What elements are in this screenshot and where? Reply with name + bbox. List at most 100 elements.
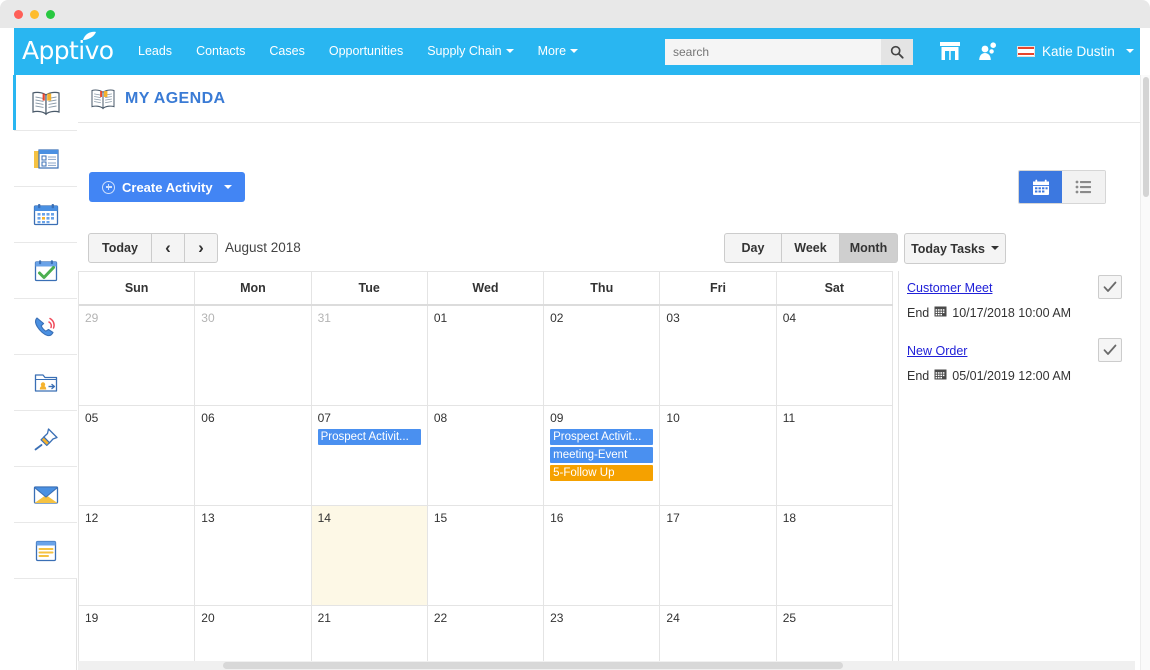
calendar-day-cell[interactable]: 09 Prospect Activit... meeting-Event 5-Foll… xyxy=(544,406,661,505)
task-end-row: End 05/01/2019 12:00 AM xyxy=(907,368,1132,383)
week-view-button[interactable]: Week xyxy=(782,233,840,263)
task-title-link[interactable]: Customer Meet xyxy=(907,281,992,295)
chevron-down-icon xyxy=(223,184,232,189)
calendar-icon xyxy=(934,368,947,383)
vertical-scrollbar[interactable] xyxy=(1140,75,1150,670)
calendar-day-cell[interactable]: 07 Prospect Activit... xyxy=(312,406,428,505)
today-button[interactable]: Today xyxy=(88,233,152,263)
sidebar-item-notes[interactable] xyxy=(14,523,77,579)
current-period-label: August 2018 xyxy=(225,240,301,255)
chevron-down-icon xyxy=(990,246,999,250)
minimize-window-button[interactable] xyxy=(30,10,39,19)
calendar-day-cell[interactable]: 29 xyxy=(79,306,196,405)
calendar-day-cell[interactable]: 18 xyxy=(777,506,893,605)
calendar-day-cell[interactable]: 11 xyxy=(777,406,893,505)
calendar-week-row: 29 30 31 01 02 03 04 xyxy=(79,306,893,406)
maximize-window-button[interactable] xyxy=(46,10,55,19)
store-icon[interactable] xyxy=(939,40,961,62)
view-toggle-group xyxy=(1018,170,1106,204)
prev-month-button[interactable]: ‹ xyxy=(152,233,185,263)
flag-icon xyxy=(1017,46,1035,57)
list-icon xyxy=(1075,180,1091,194)
month-view-button[interactable]: Month xyxy=(840,233,898,263)
day-number: 20 xyxy=(201,611,215,625)
search-button[interactable] xyxy=(881,39,913,65)
calendar-event[interactable]: Prospect Activit... xyxy=(550,429,654,445)
window-titlebar xyxy=(0,0,1150,28)
task-complete-button[interactable] xyxy=(1098,338,1122,362)
calendar-day-cell[interactable]: 13 xyxy=(195,506,312,605)
nav-item-supply-chain[interactable]: Supply Chain xyxy=(415,28,525,75)
dow-wed: Wed xyxy=(428,272,545,304)
sidebar-item-customers[interactable] xyxy=(14,355,77,411)
check-icon xyxy=(1103,344,1117,355)
calendar-view-button[interactable] xyxy=(1019,171,1062,203)
nav-item-cases[interactable]: Cases xyxy=(257,28,316,75)
page-title-bar: MY AGENDA xyxy=(78,75,1140,123)
calendar-day-cell[interactable]: 17 xyxy=(660,506,777,605)
horizontal-scrollbar-thumb[interactable] xyxy=(223,662,843,669)
dow-tue: Tue xyxy=(312,272,428,304)
calendar-day-cell[interactable]: 04 xyxy=(777,306,893,405)
task-end-date: 10/17/2018 10:00 AM xyxy=(952,305,1072,320)
calendar-day-cell[interactable]: 06 xyxy=(195,406,312,505)
apptivo-logo[interactable]: Apptivo xyxy=(22,31,114,65)
calendar-day-cell[interactable]: 10 xyxy=(660,406,777,505)
horizontal-scrollbar[interactable] xyxy=(78,661,1135,670)
task-complete-button[interactable] xyxy=(1098,275,1122,299)
nav-item-leads[interactable]: Leads xyxy=(126,28,184,75)
create-activity-button[interactable]: Create Activity xyxy=(89,172,245,202)
calendar-event[interactable]: Prospect Activit... xyxy=(317,429,421,445)
search-input[interactable] xyxy=(665,39,881,65)
sidebar-item-pinned[interactable] xyxy=(14,411,77,467)
sidebar-item-calls[interactable] xyxy=(14,299,77,355)
next-month-button[interactable]: › xyxy=(185,233,218,263)
calendar-event[interactable]: 5-Follow Up xyxy=(550,465,654,481)
task-title-link[interactable]: New Order xyxy=(907,344,967,358)
day-events: Prospect Activit... meeting-Event 5-Follow… xyxy=(550,429,654,481)
user-menu[interactable]: Katie Dustin xyxy=(1017,28,1134,75)
calendar-day-cell[interactable]: 31 xyxy=(312,306,428,405)
calendar-event[interactable]: meeting-Event xyxy=(550,447,654,463)
calendar-toolbar: Today ‹ › August 2018 Day Week Month Tod… xyxy=(78,233,1140,273)
day-number: 30 xyxy=(201,311,215,325)
leaf-icon xyxy=(83,31,96,40)
people-icon[interactable] xyxy=(977,40,999,62)
calendar-day-cell[interactable]: 16 xyxy=(544,506,661,605)
day-number: 17 xyxy=(666,511,680,525)
nav-item-contacts[interactable]: Contacts xyxy=(184,28,257,75)
phone-call-icon xyxy=(34,316,55,336)
list-view-button[interactable] xyxy=(1062,171,1105,203)
sidebar-item-contacts[interactable] xyxy=(14,131,77,187)
today-tasks-dropdown[interactable]: Today Tasks xyxy=(904,233,1006,264)
browser-window: Apptivo Leads Contacts Cases Opportuniti… xyxy=(0,0,1150,670)
vertical-scrollbar-thumb[interactable] xyxy=(1143,77,1149,197)
calendar-day-cell[interactable]: 14 xyxy=(311,506,428,605)
sidebar-item-email[interactable] xyxy=(14,467,77,523)
close-window-button[interactable] xyxy=(14,10,23,19)
calendar-view-group: Day Week Month xyxy=(724,233,898,263)
sidebar-item-tasks[interactable] xyxy=(14,243,77,299)
calendar-day-cell[interactable]: 08 xyxy=(428,406,545,505)
nav-item-more[interactable]: More xyxy=(526,28,590,75)
day-number: 23 xyxy=(550,611,564,625)
calendar-day-cell[interactable]: 05 xyxy=(79,406,196,505)
day-of-week-header: Sun Mon Tue Wed Thu Fri Sat xyxy=(79,272,893,306)
calendar-day-cell[interactable]: 01 xyxy=(428,306,545,405)
calendar-day-cell[interactable]: 02 xyxy=(544,306,661,405)
nav-label: Cases xyxy=(269,44,305,58)
calendar-day-cell[interactable]: 03 xyxy=(660,306,777,405)
search-icon xyxy=(890,45,904,59)
dow-sun: Sun xyxy=(79,272,196,304)
calendar-day-cell[interactable]: 15 xyxy=(428,506,545,605)
calendar-day-cell[interactable]: 12 xyxy=(79,506,196,605)
calendar-day-cell[interactable]: 30 xyxy=(195,306,312,405)
sidebar-item-agenda[interactable] xyxy=(13,75,77,131)
task-end-label: End xyxy=(907,368,930,383)
day-number: 10 xyxy=(666,411,680,425)
nav-item-opportunities[interactable]: Opportunities xyxy=(317,28,415,75)
day-view-button[interactable]: Day xyxy=(724,233,782,263)
day-number: 11 xyxy=(782,411,796,425)
nav-label: Supply Chain xyxy=(427,44,502,58)
sidebar-item-calendar[interactable] xyxy=(14,187,77,243)
